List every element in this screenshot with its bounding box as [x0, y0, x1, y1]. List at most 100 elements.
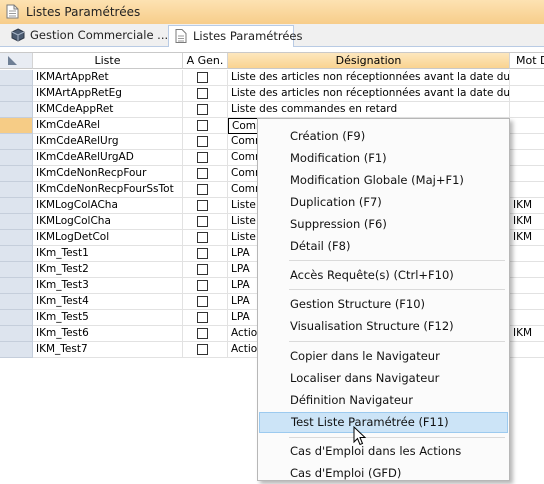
cell-liste: IKmCdeARel: [33, 118, 183, 134]
menu-item-test-liste-parametree[interactable]: Test Liste Paramétrée (F11): [259, 412, 508, 433]
row-selector[interactable]: [0, 150, 33, 166]
row-selector[interactable]: [0, 198, 33, 214]
menu-item-gestion-structure[interactable]: Gestion Structure (F10): [259, 294, 508, 315]
a-gen-checkbox[interactable]: [197, 296, 208, 307]
menu-item-copier-navigateur[interactable]: Copier dans le Navigateur: [259, 346, 508, 367]
column-header-mot[interactable]: Mot D: [510, 53, 544, 69]
tab-listes-parametrees[interactable]: Listes Paramétrées: [168, 25, 302, 47]
a-gen-checkbox[interactable]: [197, 88, 208, 99]
table-row[interactable]: IKMCdeAppRet Liste des commandes en retar…: [0, 102, 544, 118]
cell-liste: IKm_Test2: [33, 262, 183, 278]
cell-mot: [510, 134, 544, 150]
row-selector[interactable]: [0, 246, 33, 262]
a-gen-checkbox[interactable]: [197, 280, 208, 291]
cell-agen: [183, 166, 228, 182]
row-selector[interactable]: [0, 262, 33, 278]
tab-label: Listes Paramétrées: [193, 29, 303, 43]
cell-agen: [183, 326, 228, 342]
cell-liste: IKmCdeNonRecpFourSsTot: [33, 182, 183, 198]
cell-agen: [183, 310, 228, 326]
cell-agen: [183, 294, 228, 310]
a-gen-checkbox[interactable]: [197, 168, 208, 179]
cell-mot: IKM: [510, 198, 544, 214]
menu-item-acces-requete[interactable]: Accès Requête(s) (Ctrl+F10): [259, 265, 508, 286]
cell-liste: IKm_Test1: [33, 246, 183, 262]
row-selector[interactable]: [0, 326, 33, 342]
row-selector[interactable]: [0, 294, 33, 310]
row-selector[interactable]: [0, 342, 33, 358]
column-header-agen[interactable]: A Gen.: [183, 53, 228, 69]
a-gen-checkbox[interactable]: [197, 152, 208, 163]
a-gen-checkbox[interactable]: [197, 264, 208, 275]
table-row[interactable]: IKMArtAppRetEg Liste des articles non réc…: [0, 86, 544, 102]
menu-item-localiser-navigateur[interactable]: Localiser dans Navigateur: [259, 368, 508, 389]
cell-agen: [183, 86, 228, 102]
a-gen-checkbox[interactable]: [197, 312, 208, 323]
cell-designation: Liste des articles non réceptionnées ava…: [228, 70, 510, 86]
cell-agen: [183, 246, 228, 262]
document-icon: [6, 4, 19, 19]
cell-mot: IKM: [510, 326, 544, 342]
a-gen-checkbox[interactable]: [197, 72, 208, 83]
a-gen-checkbox[interactable]: [197, 248, 208, 259]
row-selector[interactable]: [0, 230, 33, 246]
a-gen-checkbox[interactable]: [197, 344, 208, 355]
tab-label: Gestion Commerciale ...: [30, 28, 169, 42]
menu-item-modification-globale[interactable]: Modification Globale (Maj+F1): [259, 170, 508, 191]
cell-mot: [510, 166, 544, 182]
a-gen-checkbox[interactable]: [197, 120, 208, 131]
menu-separator: [289, 260, 505, 261]
cell-liste: IKm_Test4: [33, 294, 183, 310]
table-row[interactable]: IKMArtAppRet Liste des articles non récep…: [0, 70, 544, 86]
cell-designation: Liste des articles non réceptionnées ava…: [228, 86, 510, 102]
row-selector[interactable]: [0, 70, 33, 86]
menu-item-detail[interactable]: Détail (F8): [259, 236, 508, 257]
cell-agen: [183, 150, 228, 166]
a-gen-checkbox[interactable]: [197, 232, 208, 243]
row-selector[interactable]: [0, 134, 33, 150]
menu-separator: [289, 341, 505, 342]
menu-item-suppression[interactable]: Suppression (F6): [259, 214, 508, 235]
cell-mot: [510, 278, 544, 294]
cell-agen: [183, 342, 228, 358]
cell-liste: IKm_Test3: [33, 278, 183, 294]
row-selector[interactable]: [0, 86, 33, 102]
document-icon: [175, 29, 187, 43]
cell-mot: [510, 150, 544, 166]
cell-mot: [510, 262, 544, 278]
row-selector[interactable]: [0, 214, 33, 230]
tab-strip: Gestion Commerciale ... Listes Paramétré…: [0, 24, 544, 47]
a-gen-checkbox[interactable]: [197, 136, 208, 147]
a-gen-checkbox[interactable]: [197, 328, 208, 339]
cell-agen: [183, 70, 228, 86]
cell-mot: [510, 182, 544, 198]
a-gen-checkbox[interactable]: [197, 184, 208, 195]
cell-agen: [183, 102, 228, 118]
tab-gestion-commerciale[interactable]: Gestion Commerciale ...: [6, 25, 168, 45]
a-gen-checkbox[interactable]: [197, 200, 208, 211]
column-header-designation[interactable]: Désignation: [228, 53, 510, 69]
row-selector[interactable]: [0, 166, 33, 182]
menu-item-duplication[interactable]: Duplication (F7): [259, 192, 508, 213]
cell-agen: [183, 262, 228, 278]
cell-liste: IKm_Test6: [33, 326, 183, 342]
menu-item-modification[interactable]: Modification (F1): [259, 148, 508, 169]
row-selector[interactable]: [0, 102, 33, 118]
row-selector[interactable]: [0, 182, 33, 198]
cell-liste: IKM_Test7: [33, 342, 183, 358]
menu-item-creation[interactable]: Création (F9): [259, 126, 508, 147]
menu-item-definition-navigateur[interactable]: Définition Navigateur: [259, 390, 508, 411]
menu-item-cas-emploi-actions[interactable]: Cas d'Emploi dans les Actions: [259, 441, 508, 462]
row-selector[interactable]: [0, 310, 33, 326]
cell-mot: [510, 86, 544, 102]
select-all-corner[interactable]: [0, 53, 33, 69]
a-gen-checkbox[interactable]: [197, 104, 208, 115]
menu-item-visualisation-structure[interactable]: Visualisation Structure (F12): [259, 316, 508, 337]
menu-separator: [289, 289, 505, 290]
row-selector[interactable]: [0, 278, 33, 294]
column-header-liste[interactable]: Liste: [33, 53, 183, 69]
a-gen-checkbox[interactable]: [197, 216, 208, 227]
cell-liste: IKmCdeNonRecpFour: [33, 166, 183, 182]
cell-agen: [183, 182, 228, 198]
row-selector[interactable]: [0, 118, 33, 134]
